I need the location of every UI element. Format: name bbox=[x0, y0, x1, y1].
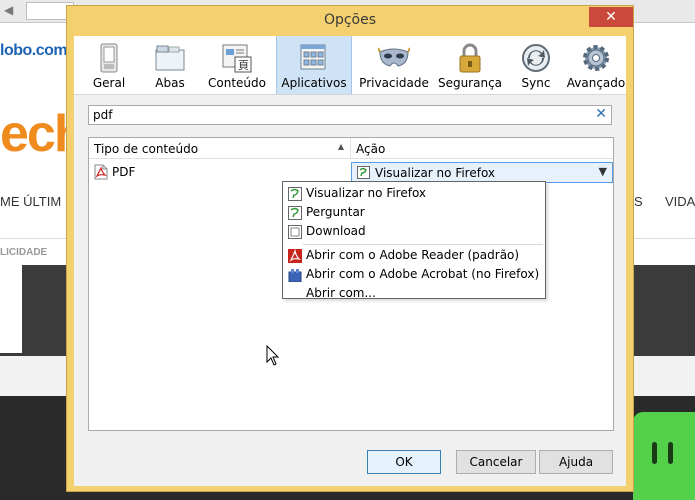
menu-item-label: Perguntar bbox=[306, 205, 365, 219]
search-input[interactable]: pdf ✕ bbox=[88, 105, 612, 125]
tab-label: Segurança bbox=[437, 76, 503, 90]
menu-item-visualizar[interactable]: Visualizar no Firefox bbox=[283, 184, 545, 203]
ok-button[interactable]: OK bbox=[367, 450, 441, 474]
menu-item-perguntar[interactable]: Perguntar bbox=[283, 203, 545, 222]
action-select[interactable]: Visualizar no Firefox ▼ bbox=[351, 162, 613, 183]
dialog-title: Opções bbox=[323, 12, 377, 28]
sort-ascending-icon: ▲ bbox=[337, 142, 344, 151]
ask-icon bbox=[288, 206, 302, 220]
help-button[interactable]: Ajuda bbox=[539, 450, 613, 474]
close-icon: ✕ bbox=[605, 9, 617, 25]
column-header-action[interactable]: Ação bbox=[351, 138, 613, 159]
tab-seguranca[interactable]: Segurança bbox=[434, 36, 506, 94]
tab-label: Conteúdo bbox=[208, 76, 266, 90]
adobe-reader-icon bbox=[288, 249, 302, 263]
tab-label: Privacidade bbox=[359, 76, 429, 90]
clear-search-icon[interactable]: ✕ bbox=[595, 106, 607, 122]
mouse-cursor-icon bbox=[266, 345, 280, 366]
chevron-down-icon[interactable]: ▼ bbox=[599, 165, 607, 178]
site-menu-left[interactable]: ME ÚLTIM bbox=[0, 194, 61, 209]
tabs-icon bbox=[155, 45, 185, 71]
pdf-file-icon bbox=[94, 164, 108, 180]
menu-item-adobe-reader[interactable]: Abrir com o Adobe Reader (padrão) bbox=[283, 246, 545, 265]
firefox-preview-icon bbox=[288, 187, 302, 201]
tab-sync[interactable]: Sync bbox=[508, 36, 564, 94]
search-value: pdf bbox=[93, 108, 113, 122]
content-type-label: PDF bbox=[112, 165, 136, 179]
tab-label: Geral bbox=[92, 76, 126, 90]
banner-image bbox=[632, 265, 695, 355]
tab-conteudo[interactable]: 頁 Conteúdo bbox=[200, 36, 274, 94]
mascot-image bbox=[633, 412, 695, 500]
gear-icon bbox=[583, 45, 609, 71]
column-header-label: Tipo de conteúdo bbox=[94, 142, 199, 156]
action-dropdown-menu: Visualizar no Firefox Perguntar Download… bbox=[282, 181, 546, 300]
banner-image bbox=[22, 265, 68, 355]
tab-label: Aplicativos bbox=[281, 76, 347, 90]
menu-item-label: Abrir com o Adobe Reader (padrão) bbox=[306, 248, 520, 262]
tab-abas[interactable]: Abas bbox=[142, 36, 198, 94]
cancel-button[interactable]: Cancelar bbox=[456, 450, 536, 474]
lock-icon bbox=[459, 43, 481, 73]
firefox-preview-icon bbox=[357, 166, 370, 179]
mask-icon bbox=[378, 47, 410, 67]
site-menu-vida[interactable]: VIDA bbox=[665, 194, 695, 209]
menu-item-abrir-com[interactable]: Abrir com... bbox=[283, 284, 545, 303]
menu-item-adobe-acrobat[interactable]: Abrir com o Adobe Acrobat (no Firefox) bbox=[283, 265, 545, 284]
site-logo[interactable]: lobo.com bbox=[0, 42, 68, 60]
tab-label: Avançado bbox=[566, 76, 626, 90]
content-icon: 頁 bbox=[222, 44, 252, 73]
tab-label: Sync bbox=[521, 76, 551, 90]
menu-item-label: Abrir com... bbox=[306, 286, 376, 300]
back-icon[interactable]: ◀ bbox=[4, 3, 13, 17]
download-icon bbox=[288, 225, 302, 239]
applications-icon bbox=[300, 44, 326, 70]
site-menu-right[interactable]: S bbox=[634, 194, 643, 209]
tab-avancado[interactable]: Avançado bbox=[566, 36, 626, 94]
action-select-value: Visualizar no Firefox bbox=[375, 166, 496, 180]
tab-geral[interactable]: Geral bbox=[79, 36, 139, 94]
column-header-label: Ação bbox=[356, 142, 386, 156]
tab-label: Abas bbox=[155, 76, 185, 90]
title-bar[interactable]: Opções ✕ bbox=[67, 6, 633, 36]
tab-aplicativos[interactable]: Aplicativos bbox=[276, 36, 352, 94]
mascot-eye bbox=[652, 442, 657, 464]
menu-item-label: Download bbox=[306, 224, 366, 238]
menu-item-label: Abrir com o Adobe Acrobat (no Firefox) bbox=[306, 267, 540, 281]
tab-privacidade[interactable]: Privacidade bbox=[356, 36, 432, 94]
menu-separator bbox=[303, 244, 543, 245]
menu-item-download[interactable]: Download bbox=[283, 222, 545, 241]
column-header-type[interactable]: Tipo de conteúdo ▲ bbox=[89, 138, 351, 159]
sync-icon bbox=[522, 44, 550, 72]
adobe-acrobat-icon bbox=[288, 269, 302, 282]
svg-text:頁: 頁 bbox=[238, 59, 249, 72]
menu-item-label: Visualizar no Firefox bbox=[306, 186, 427, 200]
category-toolbar: Geral Abas 頁 Conteúdo Aplicativos Privac… bbox=[74, 36, 626, 95]
ad-label: LICIDADE bbox=[0, 247, 48, 258]
mascot-eye bbox=[668, 442, 673, 464]
switch-icon bbox=[100, 43, 118, 73]
close-button[interactable]: ✕ bbox=[589, 7, 633, 27]
